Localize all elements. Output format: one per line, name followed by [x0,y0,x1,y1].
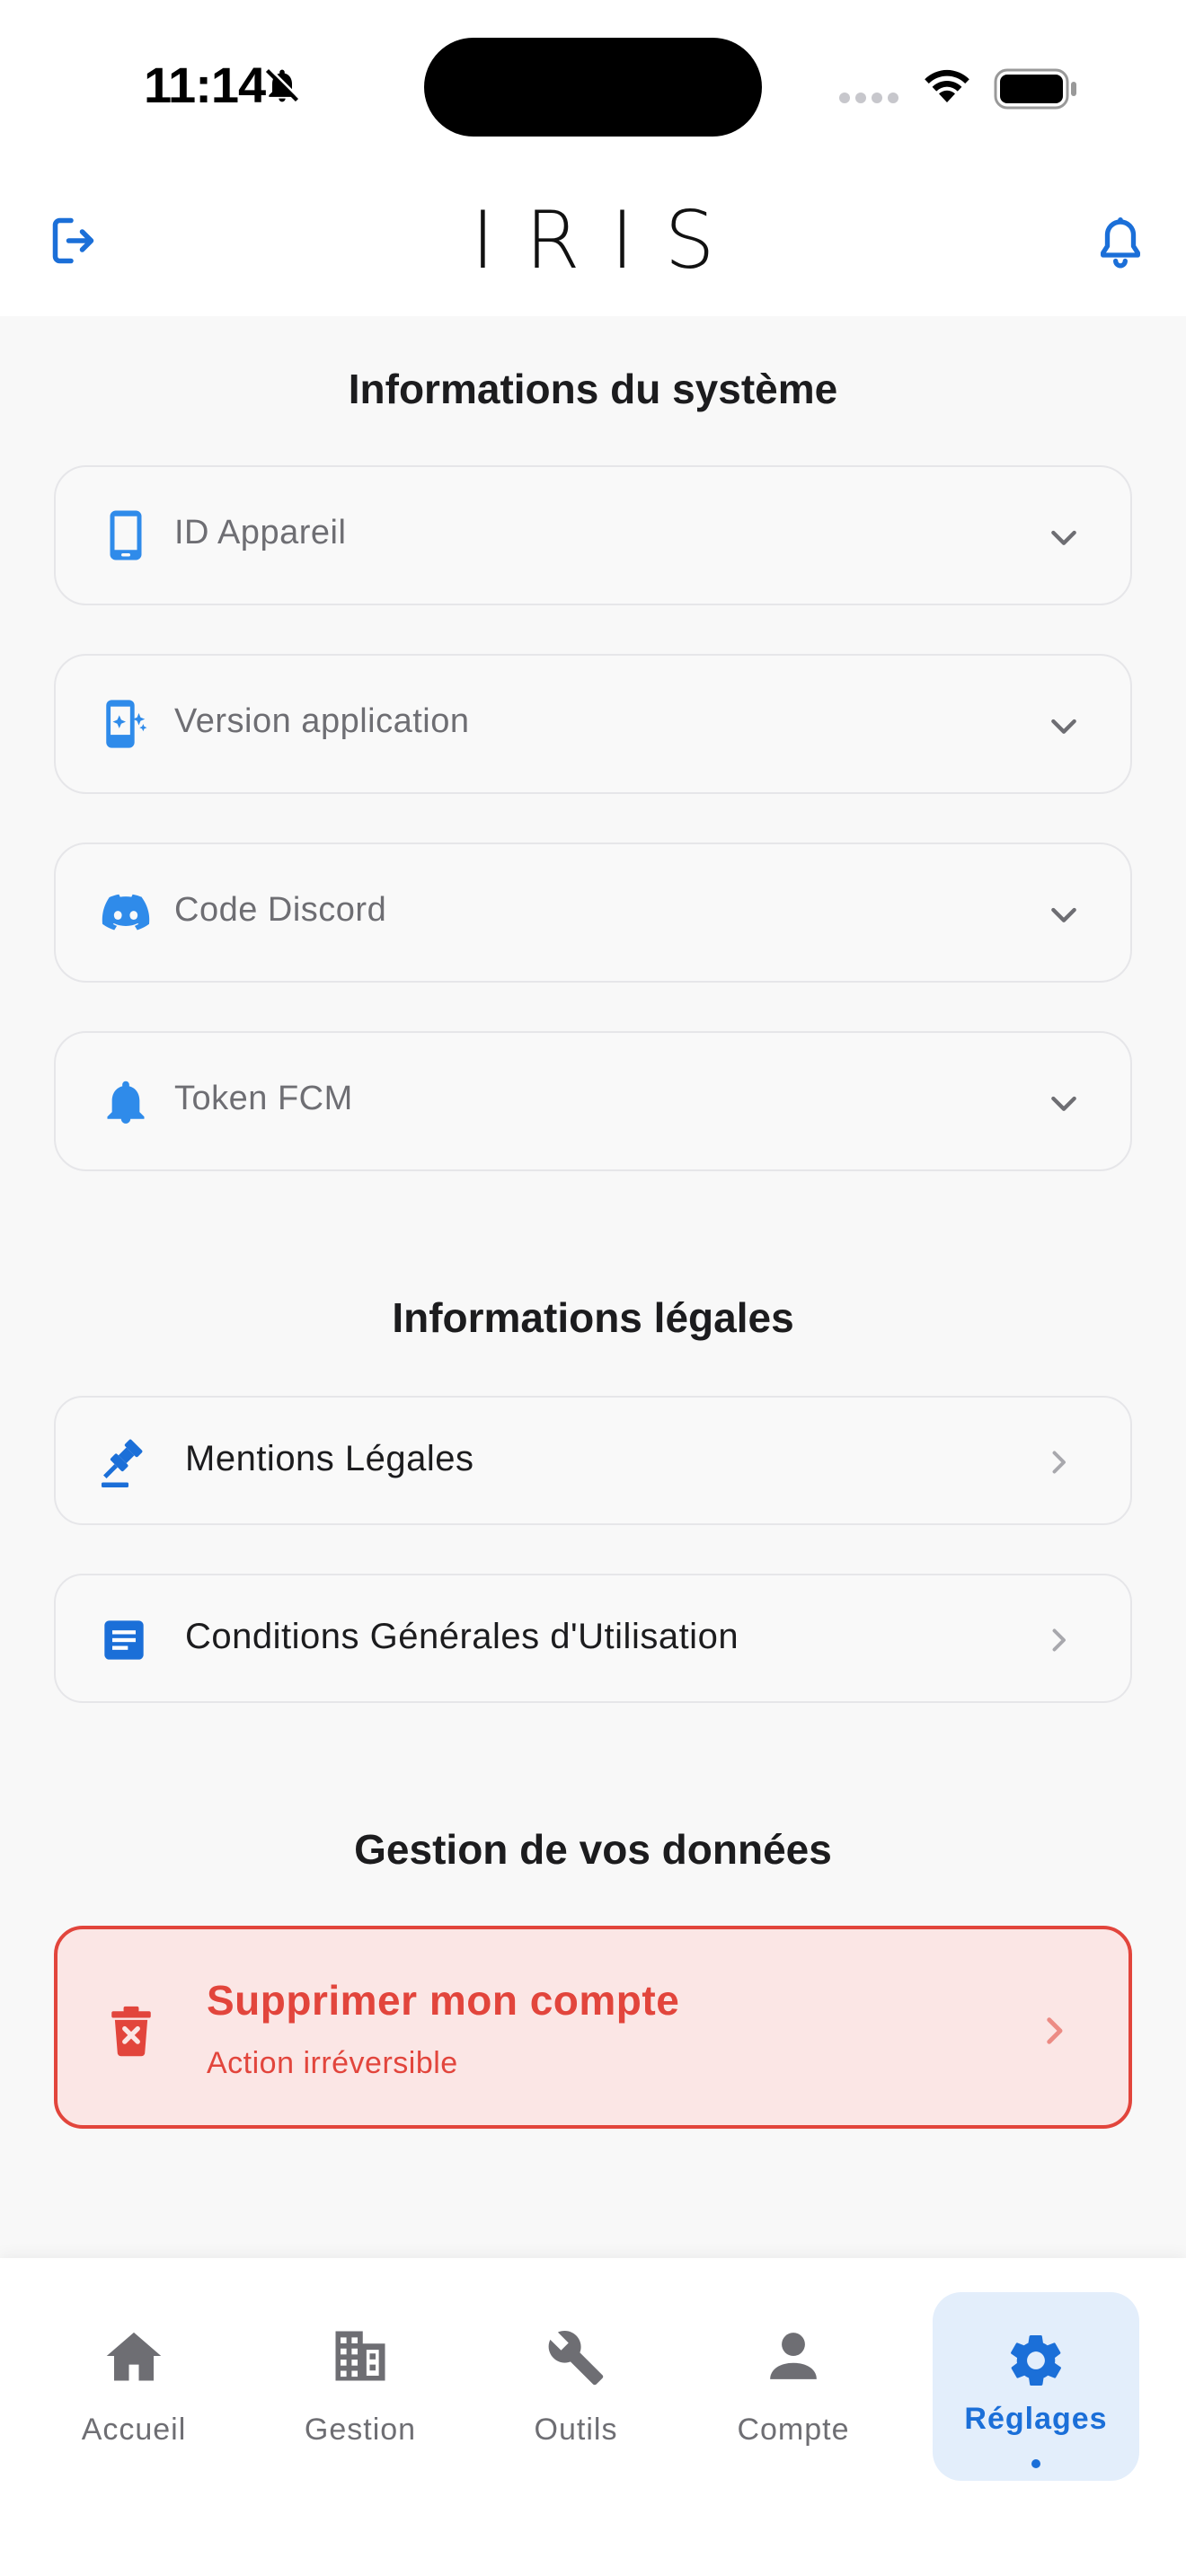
building-icon [257,2328,464,2384]
nav-label: Réglages [964,2402,1108,2436]
status-time: 11:14 [144,57,266,113]
accordion-app-version[interactable]: Version application [54,654,1132,794]
battery-icon [994,68,1076,110]
nav-label: Accueil [81,2413,187,2447]
chevron-down-icon [1051,1096,1076,1111]
chevron-right-icon [1052,1628,1066,1652]
chevron-down-icon [1051,719,1076,734]
link-legal-notice[interactable]: Mentions Légales [54,1396,1132,1525]
nav-item-tools[interactable]: Outils [473,2258,679,2474]
data-section-title: Gestion de vos données [354,1826,832,1873]
delete-icon [111,2006,151,2057]
nav-label: Outils [534,2413,618,2447]
document-icon [95,1611,153,1669]
person-icon [690,2328,897,2384]
accordion-label: Version application [174,702,470,740]
chevron-down-icon [1051,530,1076,545]
delete-account-title: Supprimer mon compte [207,1977,680,2024]
nav-label: Gestion [304,2413,417,2447]
settings-screen: 11:14 IRIS Informations du système ID Ap… [0,0,1186,2576]
accordion-label: Token FCM [174,1080,353,1117]
nav-item-account[interactable]: Compte [690,2258,897,2474]
nav-item-management[interactable]: Gestion [257,2258,464,2474]
system-section-title: Informations du système [348,366,838,412]
delete-account-subtitle: Action irréversible [207,2046,458,2080]
link-terms-of-use[interactable]: Conditions Générales d'Utilisation [54,1574,1132,1703]
delete-account-button[interactable]: Supprimer mon compte Action irréversible [54,1926,1132,2129]
wifi-icon [925,69,969,102]
accordion-fcm-token[interactable]: Token FCM [54,1031,1132,1171]
nav-label: Compte [737,2413,850,2447]
accordion-label: Code Discord [174,891,387,929]
notifications-bell-icon[interactable] [1094,214,1146,271]
gear-icon [933,2330,1139,2391]
smartphone-icon [99,508,153,562]
link-label: Conditions Générales d'Utilisation [185,1617,739,1656]
legal-section-title: Informations légales [392,1294,794,1341]
nav-item-home[interactable]: Accueil [31,2258,237,2474]
accordion-device-id[interactable]: ID Appareil [54,465,1132,605]
app-header: IRIS [0,171,1186,316]
nav-item-settings[interactable]: Réglages [933,2292,1139,2481]
app-version-icon [99,697,153,751]
accordion-discord-code[interactable]: Code Discord [54,842,1132,983]
gavel-icon [95,1434,153,1491]
app-logo: IRIS [471,194,746,287]
active-indicator-dot [1031,2459,1040,2468]
chevron-right-icon [1052,1451,1066,1474]
status-bar: 11:14 [0,0,1186,171]
link-label: Mentions Légales [185,1439,474,1478]
wrench-icon [473,2328,679,2387]
cellular-signal-icon [839,93,898,103]
bell-icon [99,1074,153,1128]
dynamic-island [424,38,762,137]
chevron-right-icon [1047,2017,1063,2044]
discord-icon [99,886,153,940]
home-icon [31,2328,237,2384]
accordion-label: ID Appareil [174,514,347,551]
bell-muted-icon [265,67,301,102]
chevron-down-icon [1051,907,1076,922]
bottom-navigation: Accueil Gestion Outils Compte Réglages [0,2258,1186,2576]
